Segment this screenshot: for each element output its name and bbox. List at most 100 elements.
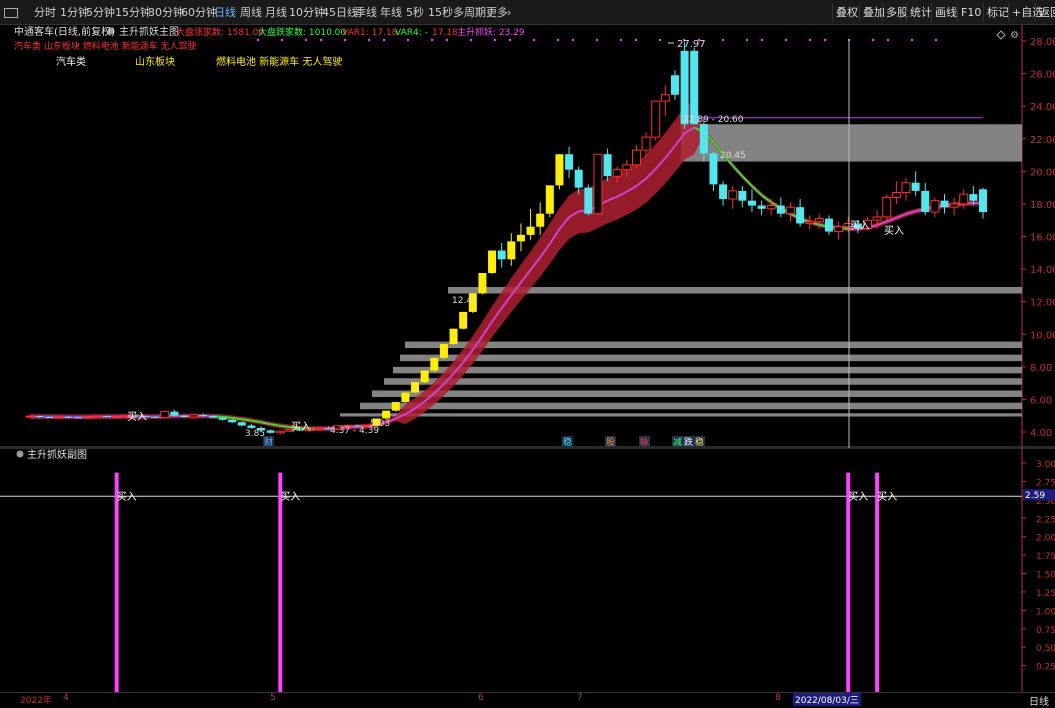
event-marker: 咏 — [640, 437, 649, 448]
price-axis-label: 12.00 — [1030, 298, 1055, 309]
indicator-value: 17.18 — [432, 28, 458, 38]
signal-dot — [620, 39, 622, 41]
signal-dot — [257, 39, 259, 41]
timeframe-tab[interactable]: 5分钟 — [86, 5, 115, 21]
timeframe-tab[interactable]: 15分钟 — [115, 5, 151, 21]
timeframe-tab[interactable]: 多周期 — [453, 5, 486, 21]
candle-body — [488, 251, 496, 273]
signal-dot — [533, 39, 535, 41]
buy-signal-label: 买入 — [127, 411, 147, 423]
price-axis-label: 4.00 — [1030, 428, 1052, 439]
sub-axis-label: 2.25 — [1036, 515, 1055, 525]
timeframe-tab[interactable]: 60分钟 — [181, 5, 217, 21]
toolbar-button[interactable]: 画线 — [931, 3, 960, 22]
toolbar-button[interactable]: 叠权 — [832, 3, 861, 22]
candle-body — [729, 191, 737, 199]
candle-body — [93, 416, 101, 417]
main-chart-panel[interactable]: 28.0026.0024.0022.0020.0018.0016.0014.00… — [0, 25, 1055, 448]
timeframe-tab[interactable]: 45日线 — [322, 5, 358, 21]
event-marker: 减 — [673, 436, 682, 448]
buy-signal-bar — [278, 473, 282, 692]
timeframe-tab[interactable]: 15秒 — [428, 5, 453, 21]
candle-body — [758, 206, 766, 209]
buy-signal-label: 买入 — [850, 220, 870, 232]
low-price-label: 3.85 — [245, 429, 265, 439]
candle-body — [632, 150, 640, 165]
candle-body — [806, 222, 814, 224]
candle-body — [527, 227, 535, 235]
indicator-toggle-icon[interactable] — [17, 451, 24, 458]
signal-dot — [659, 39, 661, 41]
band-level-label: 12.4 — [452, 296, 472, 306]
price-axis-label: 20.00 — [1030, 167, 1055, 178]
support-band — [384, 378, 1022, 385]
trend-line-segment — [280, 426, 290, 427]
date-axis-month: 6 — [478, 693, 484, 703]
candle-body — [36, 416, 44, 417]
timeframe-tab[interactable]: 周线 — [240, 5, 262, 21]
signal-dot — [746, 39, 748, 41]
candle-body — [440, 344, 448, 358]
support-band — [340, 413, 1022, 416]
support-band — [405, 342, 1022, 349]
candle-body — [623, 165, 631, 170]
event-marker: 股 — [606, 437, 615, 448]
signal-dot — [911, 39, 913, 41]
indicator-value: 大盘涨家数: 1581.00 — [176, 26, 264, 38]
sub-chart-panel[interactable]: 3.002.752.502.252.001.751.501.251.000.75… — [0, 448, 1055, 692]
timeframe-tab[interactable]: 月线 — [265, 5, 287, 21]
timeframe-tab[interactable]: 10分钟 — [289, 5, 325, 21]
timeframe-tab[interactable]: 30分钟 — [148, 5, 184, 21]
price-axis-label: 22.00 — [1030, 135, 1055, 146]
signal-dot — [494, 39, 496, 41]
event-marker: 财 — [264, 436, 273, 448]
toolbar-button[interactable]: F10 — [957, 3, 984, 22]
timeframe-tab[interactable]: 5秒 — [406, 5, 424, 21]
candle-body — [315, 428, 323, 429]
stock-label: 中通客车(日线,前复权) — [14, 25, 115, 38]
sub-chart-svg[interactable]: 3.002.752.502.252.001.751.501.251.000.75… — [0, 448, 1055, 692]
timeframe-tab[interactable]: 年线 — [380, 5, 402, 21]
timeframe-tab[interactable]: 分时 — [34, 5, 56, 21]
signal-dot — [809, 39, 811, 41]
more-chevron-icon[interactable]: › — [507, 5, 511, 21]
candle-body — [902, 183, 910, 193]
candle-body — [151, 417, 159, 418]
price-axis-label: 24.00 — [1030, 102, 1055, 113]
candle-body — [170, 412, 178, 416]
signal-dot — [281, 39, 283, 41]
support-band — [393, 367, 1022, 374]
band-range-label: 22.89 - 20.60 — [683, 115, 744, 125]
candle-body — [401, 393, 409, 402]
sector-label: 山东板块 — [135, 55, 175, 68]
current-value-label: 2.59 — [1025, 491, 1045, 501]
sub-axis-label: 1.25 — [1036, 589, 1055, 599]
timeframe-tab[interactable]: 日线 — [214, 5, 236, 21]
date-axis-month: 7 — [577, 693, 583, 703]
candle-body — [430, 358, 438, 371]
candle-body — [565, 154, 573, 169]
sub-axis-label: 1.75 — [1036, 552, 1055, 562]
settings-gear-icon[interactable]: ⚙ — [1010, 30, 1019, 41]
timeframe-tab[interactable]: 1分钟 — [60, 5, 89, 21]
high-price-label: 27.97 — [677, 39, 706, 50]
period-button[interactable]: 日线 — [1029, 693, 1049, 708]
signal-dot — [596, 39, 598, 41]
candle-body — [690, 51, 698, 124]
buy-signal-label: 买入 — [848, 491, 868, 503]
candle-body — [555, 154, 563, 185]
low-level-label: 5.03 — [370, 419, 390, 429]
candle-body — [74, 417, 82, 418]
timeframe-tab[interactable]: 更多 — [486, 5, 508, 21]
candle-body — [382, 411, 390, 419]
candle-body — [912, 183, 920, 191]
toolbar-button[interactable]: 返回 — [1035, 3, 1055, 22]
main-chart-svg[interactable]: 28.0026.0024.0022.0020.0018.0016.0014.00… — [0, 25, 1055, 448]
candle-body — [940, 201, 948, 208]
candle-body — [604, 154, 612, 176]
timeframe-tab[interactable]: 季线 — [355, 5, 377, 21]
layout-toggle-icon[interactable] — [4, 8, 18, 18]
sub-axis-label: 0.50 — [1036, 644, 1055, 654]
candle-body — [613, 170, 621, 177]
candle-body — [536, 214, 544, 227]
